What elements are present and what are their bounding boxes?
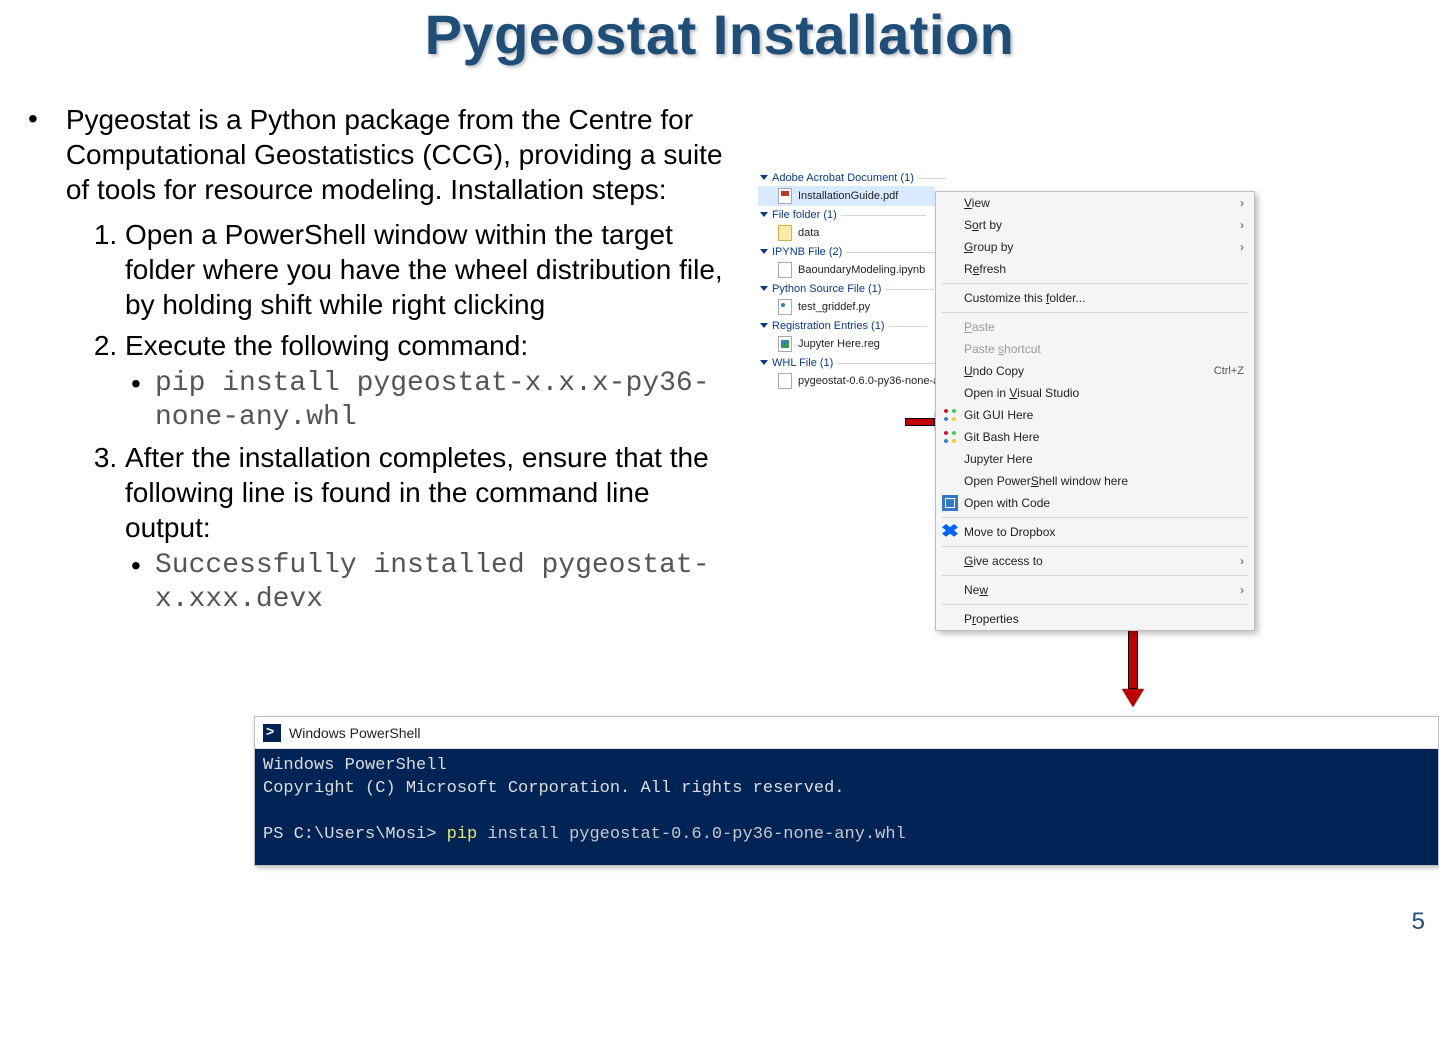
step-2-code: pip install pygeostat-x.x.x-py36-none-an…	[155, 367, 740, 434]
file-label: InstallationGuide.pdf	[798, 190, 898, 202]
slide-title: Pygeostat Installation	[0, 2, 1439, 67]
menu-item-label: Customize this folder...	[964, 291, 1085, 305]
menu-item[interactable]: Open PowerShell window here	[936, 470, 1254, 492]
menu-item-label: Give access to	[964, 554, 1043, 568]
step-2-text: Execute the following command:	[125, 330, 528, 361]
ps-args: install pygeostat-0.6.0-py36-none-any.wh…	[477, 825, 905, 844]
menu-separator	[942, 517, 1248, 518]
powershell-body: Windows PowerShell Copyright (C) Microso…	[255, 749, 1438, 865]
folder-icon	[778, 225, 792, 241]
menu-item-label: Move to Dropbox	[964, 525, 1055, 539]
menu-separator	[942, 312, 1248, 313]
file-item: test_griddef.py	[758, 297, 935, 317]
chevron-right-icon: ›	[1240, 554, 1244, 568]
chevron-right-icon: ›	[1240, 218, 1244, 232]
menu-item-label: Open with Code	[964, 496, 1050, 510]
group-header: WHL File (1)	[758, 354, 935, 371]
powershell-titlebar: Windows PowerShell	[255, 717, 1438, 749]
menu-shortcut: Ctrl+Z	[1214, 365, 1244, 377]
menu-item[interactable]: Open in Visual Studio	[936, 382, 1254, 404]
chevron-right-icon: ›	[1240, 583, 1244, 597]
menu-item[interactable]: Open with Code	[936, 492, 1254, 514]
menu-item-label: Undo Copy	[964, 364, 1024, 378]
menu-item-label: Properties	[964, 612, 1019, 626]
py-icon	[778, 299, 792, 315]
file-item: InstallationGuide.pdf	[758, 186, 935, 206]
menu-item-label: Jupyter Here	[964, 452, 1033, 466]
bullet-icon: •	[10, 102, 66, 207]
menu-item-label: Refresh	[964, 262, 1006, 276]
code-icon	[942, 495, 958, 511]
file-item: data	[758, 223, 935, 243]
group-header: Adobe Acrobat Document (1)	[758, 169, 935, 186]
explorer-screenshot: Adobe Acrobat Document (1) InstallationGu…	[758, 169, 1256, 391]
menu-separator	[942, 546, 1248, 547]
menu-item-label: Git GUI Here	[964, 408, 1033, 422]
menu-separator	[942, 575, 1248, 576]
intro-text: Pygeostat is a Python package from the C…	[66, 102, 740, 207]
file-item: pygeostat-0.6.0-py36-none-any.w	[758, 371, 935, 391]
menu-item[interactable]: Properties	[936, 608, 1254, 630]
menu-item[interactable]: Git Bash Here	[936, 426, 1254, 448]
menu-item-label: Group by	[964, 240, 1013, 254]
powershell-title: Windows PowerShell	[289, 725, 421, 741]
file-item: BaoundaryModeling.ipynb	[758, 260, 935, 280]
menu-item-label: Git Bash Here	[964, 430, 1039, 444]
menu-item[interactable]: Jupyter Here	[936, 448, 1254, 470]
file-icon	[778, 373, 792, 389]
content-area: • Pygeostat is a Python package from the…	[10, 102, 740, 622]
menu-item[interactable]: Move to Dropbox	[936, 521, 1254, 543]
menu-item[interactable]: New ›	[936, 579, 1254, 601]
step-3: After the installation completes, ensure…	[125, 440, 740, 616]
chevron-right-icon: ›	[1240, 196, 1244, 210]
menu-item: Paste shortcut	[936, 338, 1254, 360]
group-header: IPYNB File (2)	[758, 243, 935, 260]
page-number: 5	[1412, 908, 1425, 936]
pdf-icon	[778, 188, 792, 204]
chevron-right-icon: ›	[1240, 240, 1244, 254]
powershell-logo-icon	[263, 724, 281, 742]
menu-item[interactable]: Refresh	[936, 258, 1254, 280]
steps-list: Open a PowerShell window within the targ…	[10, 217, 740, 616]
group-header: File folder (1)	[758, 206, 935, 223]
step-1: Open a PowerShell window within the targ…	[125, 217, 740, 322]
menu-item-label: Paste shortcut	[964, 342, 1041, 356]
menu-item-label: Paste	[964, 320, 995, 334]
ps-command: pip	[447, 825, 478, 844]
menu-separator	[942, 604, 1248, 605]
file-icon	[778, 262, 792, 278]
git-icon	[942, 407, 958, 423]
menu-item[interactable]: Customize this folder...	[936, 287, 1254, 309]
file-label: data	[798, 227, 819, 239]
menu-separator	[942, 283, 1248, 284]
menu-item[interactable]: Give access to ›	[936, 550, 1254, 572]
menu-item-label: Open PowerShell window here	[964, 474, 1128, 488]
menu-item-label: View	[964, 196, 990, 210]
file-item: Jupyter Here.reg	[758, 334, 935, 354]
step-3-code: Successfully installed pygeostat-x.xxx.d…	[155, 549, 740, 616]
file-label: test_griddef.py	[798, 301, 870, 313]
group-header: Python Source File (1)	[758, 280, 935, 297]
git-icon	[942, 429, 958, 445]
file-label: BaoundaryModeling.ipynb	[798, 264, 925, 276]
menu-item[interactable]: Sort by ›	[936, 214, 1254, 236]
step-2: Execute the following command: pip insta…	[125, 328, 740, 434]
menu-item-label: Sort by	[964, 218, 1002, 232]
file-label: Jupyter Here.reg	[798, 338, 880, 350]
step-3-text: After the installation completes, ensure…	[125, 442, 709, 543]
menu-item-label: Open in Visual Studio	[964, 386, 1079, 400]
menu-item[interactable]: Git GUI Here	[936, 404, 1254, 426]
menu-item[interactable]: Undo Copy Ctrl+Z	[936, 360, 1254, 382]
menu-item: Paste	[936, 316, 1254, 338]
group-header: Registration Entries (1)	[758, 317, 935, 334]
dropbox-icon	[942, 524, 958, 540]
powershell-window: Windows PowerShell Windows PowerShell Co…	[254, 716, 1439, 866]
menu-item[interactable]: Group by ›	[936, 236, 1254, 258]
reg-icon	[778, 336, 792, 352]
menu-item[interactable]: View ›	[936, 192, 1254, 214]
context-menu: View › Sort by › Group by › Refresh Customize t…	[935, 191, 1255, 631]
menu-item-label: New	[964, 583, 988, 597]
